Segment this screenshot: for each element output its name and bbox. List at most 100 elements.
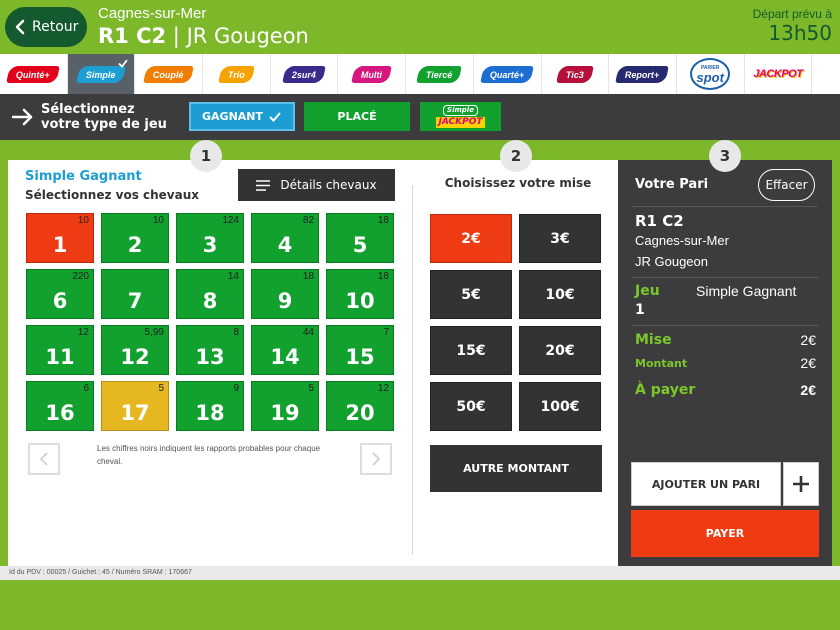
tab-pill: 2sur4 <box>282 65 326 83</box>
horse-button-12[interactable]: 5,99 12 <box>101 325 169 375</box>
stake-button-10[interactable]: 10€ <box>519 270 601 319</box>
stake-label: 20€ <box>545 342 575 359</box>
add-bet-button[interactable]: AJOUTER UN PARI <box>631 462 781 506</box>
horse-button-11[interactable]: 12 11 <box>26 325 94 375</box>
race-separator: | <box>166 24 187 48</box>
next-page-button[interactable] <box>360 443 392 475</box>
stake-button-3[interactable]: 3€ <box>519 214 601 263</box>
horse-button-8[interactable]: 14 8 <box>176 269 244 319</box>
tab-label: Quinté+ <box>16 69 51 79</box>
tab-jackpot[interactable]: JACKPOT <box>745 54 813 94</box>
simple-jackpot-button[interactable]: Simple JACKPOT <box>420 102 501 131</box>
horse-button-10[interactable]: 18 10 <box>326 269 394 319</box>
horse-button-2[interactable]: 10 2 <box>101 213 169 263</box>
horse-odds: 9 <box>233 383 239 394</box>
step-badge-3: 3 <box>709 140 741 172</box>
tab-quart[interactable]: Quarté+ <box>474 54 542 94</box>
select-horses-label: Sélectionnez vos chevaux <box>25 188 200 202</box>
bet-slip-title: Votre Pari <box>635 177 709 192</box>
horse-number: 6 <box>52 289 68 313</box>
slip-separator <box>632 206 818 207</box>
clear-button[interactable]: Effacer <box>758 169 815 201</box>
horse-number: 4 <box>277 233 293 257</box>
stake-button-15[interactable]: 15€ <box>430 326 512 375</box>
tab-tic3[interactable]: Tic3 <box>542 54 610 94</box>
horse-number: 18 <box>195 401 225 425</box>
horse-button-3[interactable]: 124 3 <box>176 213 244 263</box>
horse-button-15[interactable]: 7 15 <box>326 325 394 375</box>
horse-odds: 5 <box>158 383 164 394</box>
horse-button-19[interactable]: 5 19 <box>251 381 319 431</box>
departure-label: Départ prévu à <box>752 7 832 21</box>
horse-odds: 7 <box>383 327 389 338</box>
horse-button-13[interactable]: 8 13 <box>176 325 244 375</box>
horse-button-9[interactable]: 18 9 <box>251 269 319 319</box>
tab-tierc[interactable]: Tiercé <box>406 54 474 94</box>
add-bet-plus-button[interactable] <box>783 462 819 506</box>
simple-jackpot-top: Simple <box>443 105 478 116</box>
other-amount-label: AUTRE MONTANT <box>463 462 569 475</box>
horse-button-20[interactable]: 12 20 <box>326 381 394 431</box>
tab-pill: Tic3 <box>556 65 594 83</box>
stake-button-2[interactable]: 2€ <box>430 214 512 263</box>
tab-report[interactable]: Report+ <box>609 54 677 94</box>
horse-details-button[interactable]: Détails chevaux <box>238 169 395 201</box>
horse-number: 20 <box>345 401 375 425</box>
horse-number: 3 <box>202 233 218 257</box>
step-badge-1: 1 <box>190 140 222 172</box>
stake-button-50[interactable]: 50€ <box>430 382 512 431</box>
slip-jeu-label: Jeu <box>635 283 660 299</box>
horse-number: 11 <box>45 345 75 369</box>
header: Retour Cagnes-sur-Mer R1 C2 | JR Gougeon… <box>0 0 840 54</box>
tab-label: Quarté+ <box>490 69 525 79</box>
stake-title: Choisissez votre mise <box>444 176 592 190</box>
add-bet-label: AJOUTER UN PARI <box>651 477 761 491</box>
stake-label: 15€ <box>456 342 486 359</box>
horse-number: 5 <box>352 233 368 257</box>
pay-button[interactable]: PAYER <box>631 510 819 557</box>
tab-pill: Couplé <box>143 65 194 83</box>
pay-label: PAYER <box>705 527 745 540</box>
tab-spot[interactable]: PARIER spot <box>677 54 745 94</box>
stake-button-20[interactable]: 20€ <box>519 326 601 375</box>
gagnant-button[interactable]: GAGNANT <box>189 102 295 131</box>
slip-course: JR Gougeon <box>635 254 708 269</box>
prev-page-button[interactable] <box>28 443 60 475</box>
horse-number: 8 <box>202 289 218 313</box>
race-name: JR Gougeon <box>186 24 309 48</box>
check-icon <box>269 111 281 122</box>
check-icon <box>118 59 129 68</box>
tab-pill: Report+ <box>615 65 670 83</box>
horse-button-4[interactable]: 82 4 <box>251 213 319 263</box>
horse-button-1[interactable]: 10 1 <box>26 213 94 263</box>
horse-button-18[interactable]: 9 18 <box>176 381 244 431</box>
horse-details-label: Détails chevaux <box>280 178 377 192</box>
tab-simple[interactable]: Simple <box>67 54 136 94</box>
horse-button-7[interactable]: 7 <box>101 269 169 319</box>
stake-button-5[interactable]: 5€ <box>430 270 512 319</box>
tab-quint[interactable]: Quinté+ <box>0 54 68 94</box>
terminal-id: Id du PDV : 00025 / Guichet : 45 / Numér… <box>0 566 840 580</box>
bet-type-title: Simple Gagnant <box>25 169 142 184</box>
other-amount-button[interactable]: AUTRE MONTANT <box>430 445 602 492</box>
horse-button-5[interactable]: 18 5 <box>326 213 394 263</box>
back-button[interactable]: Retour <box>5 7 87 47</box>
slip-montant-value: 2€ <box>800 355 816 371</box>
place-button[interactable]: PLACÉ <box>304 102 410 131</box>
tab-2sur4[interactable]: 2sur4 <box>271 54 339 94</box>
plus-icon <box>793 476 809 492</box>
race-title: R1 C2 | JR Gougeon <box>98 24 309 48</box>
horse-button-14[interactable]: 44 14 <box>251 325 319 375</box>
stake-button-100[interactable]: 100€ <box>519 382 601 431</box>
tab-coupl[interactable]: Couplé <box>135 54 204 94</box>
horse-button-17[interactable]: 5 17 <box>101 381 169 431</box>
slip-mise-value: 2€ <box>800 332 816 348</box>
horse-button-16[interactable]: 6 16 <box>26 381 94 431</box>
chevron-left-icon <box>39 452 48 466</box>
horse-odds: 124 <box>222 215 239 226</box>
stake-label: 10€ <box>545 286 575 303</box>
tab-trio[interactable]: Trio <box>203 54 271 94</box>
bet-type-tabs: Quinté+ Simple Couplé Trio 2sur4 Multi Tiercé Q… <box>0 54 840 94</box>
tab-multi[interactable]: Multi <box>338 54 407 94</box>
horse-button-6[interactable]: 220 6 <box>26 269 94 319</box>
